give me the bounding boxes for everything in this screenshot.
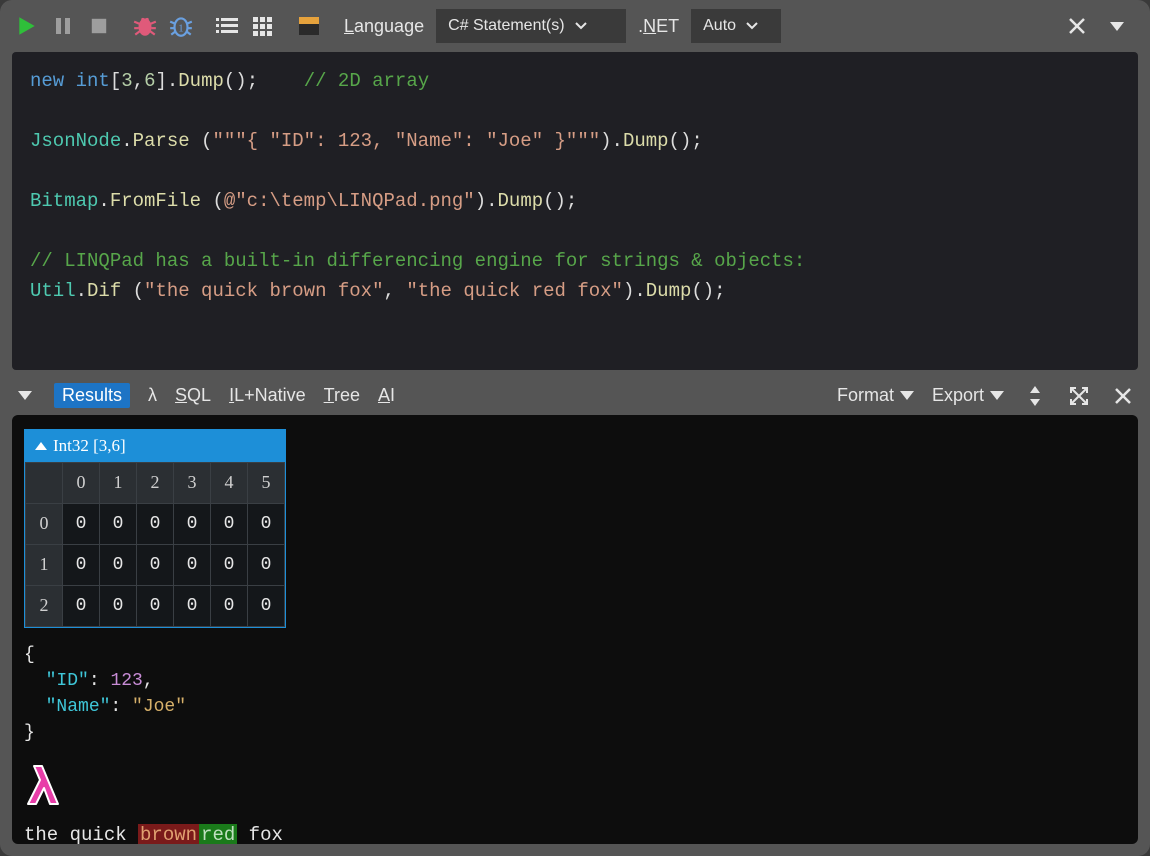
tab-ai[interactable]: AI [378,385,395,406]
col-header: 3 [174,462,211,503]
comment: // LINQPad has a built-in differencing e… [30,250,805,272]
run-icon[interactable] [10,9,44,43]
cell: 0 [211,585,248,626]
string: "the quick brown fox" [144,280,383,302]
row-header: 0 [26,503,63,544]
export-menu[interactable]: Export [932,385,1004,406]
table-corner [26,462,63,503]
language-combo[interactable]: C# Statement(s) [436,9,626,43]
col-header: 2 [137,462,174,503]
string: "the quick red fox" [406,280,623,302]
type-util: Util [30,280,76,302]
cell: 0 [248,503,285,544]
format-menu[interactable]: Format [837,385,914,406]
method: Parse [133,130,190,152]
array-table: 0 1 2 3 4 5 0 000000 1 000000 2 000000 [25,462,285,627]
dotnet-label: .NET [632,16,685,37]
array-dump: Int32 [3,6] 0 1 2 3 4 5 0 000000 1 00000… [24,429,286,628]
main-toolbar: 1 Language C# Statement(s) .NE [0,4,1150,48]
cell: 0 [63,585,100,626]
close-icon[interactable] [1060,9,1094,43]
cell: 0 [100,585,137,626]
tab-tree[interactable]: Tree [324,385,360,406]
list-view-icon[interactable] [210,9,244,43]
string: """{ "ID": 123, "Name": "Joe" }""" [212,130,600,152]
type-bitmap: Bitmap [30,190,98,212]
comment: // 2D array [304,70,429,92]
results-tabbar: Results λ SQL IL+Native Tree AI Format E… [0,376,1150,414]
sort-icon[interactable] [1022,383,1048,409]
diff-same: fox [237,824,283,844]
lambda-icon [24,760,1126,816]
type-json: JsonNode [30,130,121,152]
cell: 0 [63,503,100,544]
cell: 0 [137,585,174,626]
dotnet-value: Auto [703,17,736,35]
col-header: 4 [211,462,248,503]
cell: 0 [248,544,285,585]
col-header: 5 [248,462,285,503]
json-value: "Joe" [132,697,186,717]
brace: { [24,645,35,665]
svg-text:1: 1 [178,23,183,35]
method: FromFile [110,190,201,212]
cell: 0 [63,544,100,585]
array-title: Int32 [3,6] [53,436,126,456]
kw-int: int [76,70,110,92]
code-editor[interactable]: new int[3,6].Dump(); // 2D array JsonNod… [12,52,1138,370]
cell: 0 [174,503,211,544]
array-header[interactable]: Int32 [3,6] [25,430,285,462]
string: @"c:\temp\LINQPad.png" [224,190,475,212]
chevron-down-icon [575,17,587,35]
collapse-triangle-icon [35,442,47,450]
col-header: 0 [63,462,100,503]
diff-removed: brown [138,824,199,844]
language-label: Language [338,16,430,37]
tab-il[interactable]: IL+Native [229,385,306,406]
tab-lambda[interactable]: λ [148,385,157,406]
cell: 0 [100,544,137,585]
row-header: 2 [26,585,63,626]
results-pane: Int32 [3,6] 0 1 2 3 4 5 0 000000 1 00000… [12,415,1138,844]
collapse-icon[interactable] [14,379,36,413]
cell: 0 [174,544,211,585]
tab-sql[interactable]: SQL [175,385,211,406]
pause-icon[interactable] [46,9,80,43]
panel-icon[interactable] [292,9,326,43]
json-key: "ID" [46,671,89,691]
expand-icon[interactable] [1066,383,1092,409]
json-dump: { "ID": 123, "Name": "Joe" } [24,642,1126,746]
diff-output: the quick brownred fox [24,824,1126,844]
cell: 0 [248,585,285,626]
brace: } [24,723,35,743]
json-value: 123 [110,671,142,691]
cell: 0 [174,585,211,626]
cell: 0 [100,503,137,544]
bug-blue-icon[interactable]: 1 [164,9,198,43]
cell: 0 [137,503,174,544]
cell: 0 [137,544,174,585]
grid-view-icon[interactable] [246,9,280,43]
dotnet-combo[interactable]: Auto [691,9,781,43]
stop-icon[interactable] [82,9,116,43]
method: Dump [498,190,544,212]
json-key: "Name" [46,697,111,717]
method: Dump [623,130,669,152]
col-header: 1 [100,462,137,503]
tab-results[interactable]: Results [54,383,130,408]
chevron-down-icon [746,17,758,35]
language-value: C# Statement(s) [448,17,564,35]
method: Dif [87,280,121,302]
bug-red-icon[interactable] [128,9,162,43]
diff-added: red [199,824,237,844]
row-header: 1 [26,544,63,585]
cell: 0 [211,503,248,544]
close-results-icon[interactable] [1110,383,1136,409]
diff-same: the quick [24,824,138,844]
kw-new: new [30,70,64,92]
dropdown-icon[interactable] [1100,9,1134,43]
cell: 0 [211,544,248,585]
method: Dump [646,280,692,302]
